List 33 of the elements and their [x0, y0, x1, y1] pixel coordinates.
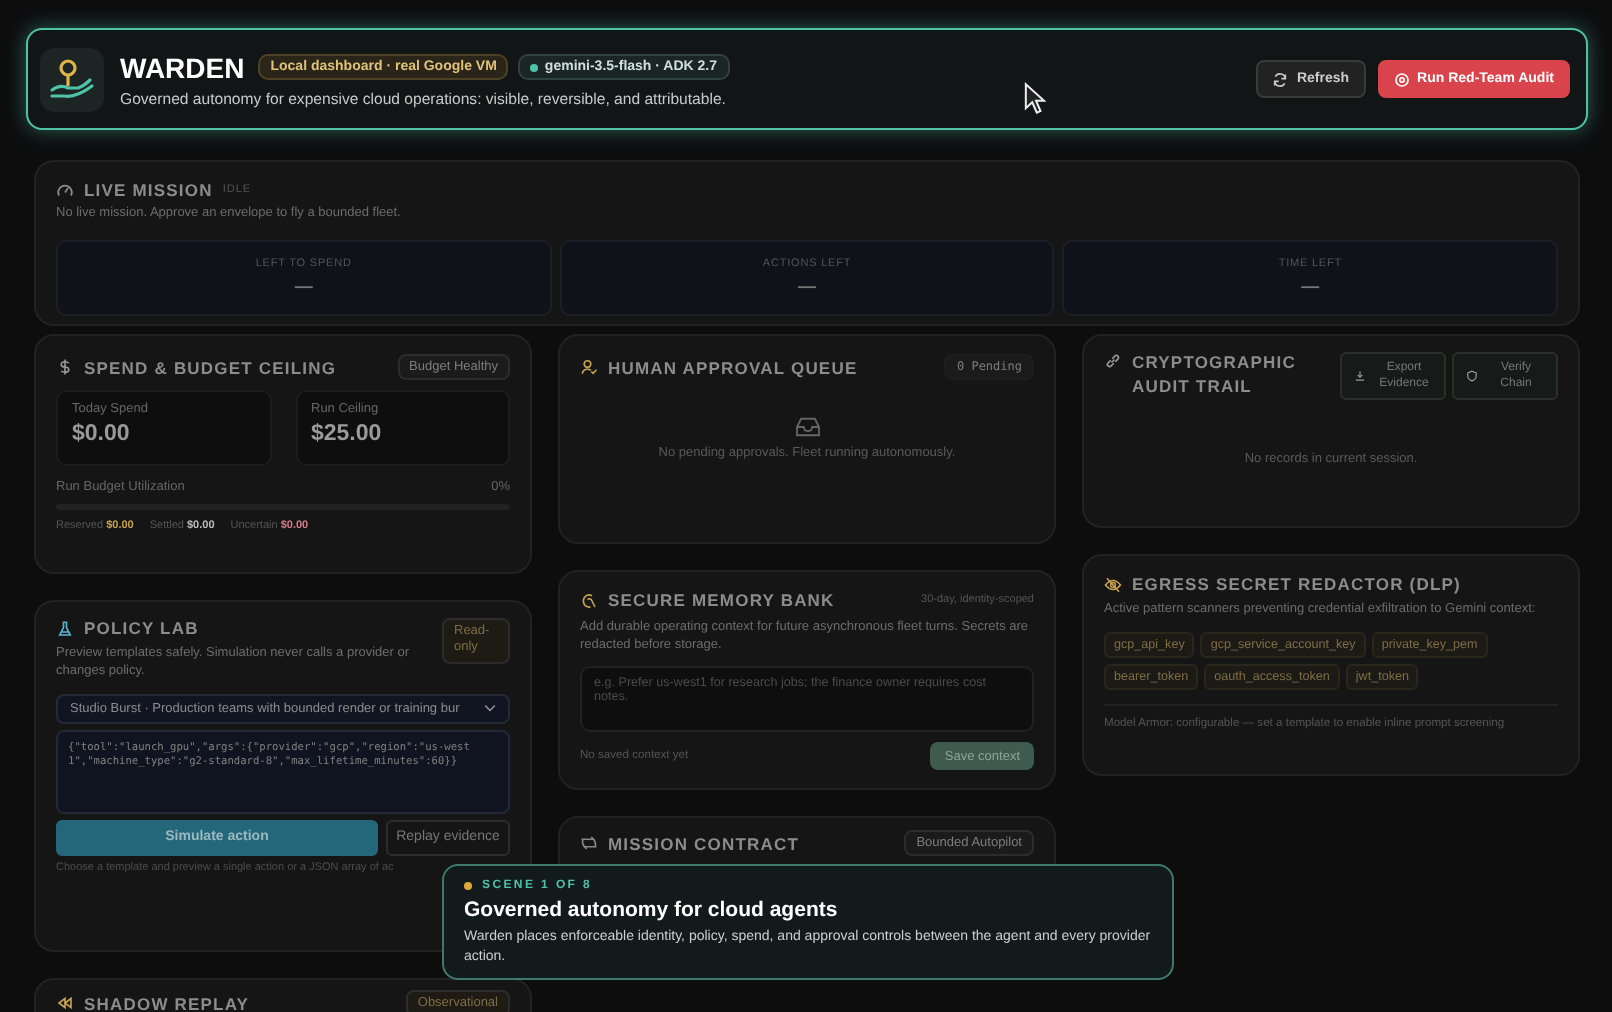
tour-title: Governed autonomy for cloud agents	[464, 898, 840, 922]
card-title: SPEND & BUDGET CEILING	[84, 357, 339, 377]
app-title: WARDEN	[120, 51, 245, 83]
rewind-icon	[56, 994, 74, 1012]
card-title: HUMAN APPROVAL QUEUE	[608, 357, 860, 377]
mouse-pointer-icon	[1024, 82, 1046, 116]
metric-value: $25.00	[311, 422, 384, 446]
card-title: LIVE MISSION	[84, 180, 213, 200]
stat-value: —	[294, 276, 313, 297]
stat-value: —	[798, 276, 816, 297]
card-title: SECURE MEMORY BANK	[608, 590, 837, 610]
card-title: POLICY LAB	[84, 618, 201, 638]
target-icon	[1393, 71, 1410, 87]
link-icon	[1104, 352, 1122, 370]
inbox-icon	[793, 416, 821, 438]
user-check-icon	[580, 358, 598, 376]
chevron-icon	[484, 704, 496, 713]
eye-off-icon	[1104, 575, 1122, 593]
logo-icon	[40, 47, 104, 111]
download-icon	[1354, 370, 1366, 382]
shuffle-icon	[580, 834, 598, 852]
card-title: CRYPTOGRAPHIC AUDIT TRAIL	[1132, 352, 1298, 400]
shield-icon	[1466, 370, 1478, 382]
status-dot-icon	[464, 882, 472, 890]
metric-value: $0.00	[72, 422, 132, 446]
gauge-icon	[56, 181, 74, 199]
card-title: MISSION CONTRACT	[608, 833, 802, 853]
card-title: EGRESS SECRET REDACTOR (DLP)	[1132, 574, 1463, 594]
dollar-icon	[56, 358, 74, 376]
card-title: SHADOW REPLAY	[84, 993, 252, 1012]
refresh-icon	[1272, 71, 1289, 87]
stat-value: —	[1301, 276, 1320, 297]
flask-icon	[56, 619, 74, 637]
